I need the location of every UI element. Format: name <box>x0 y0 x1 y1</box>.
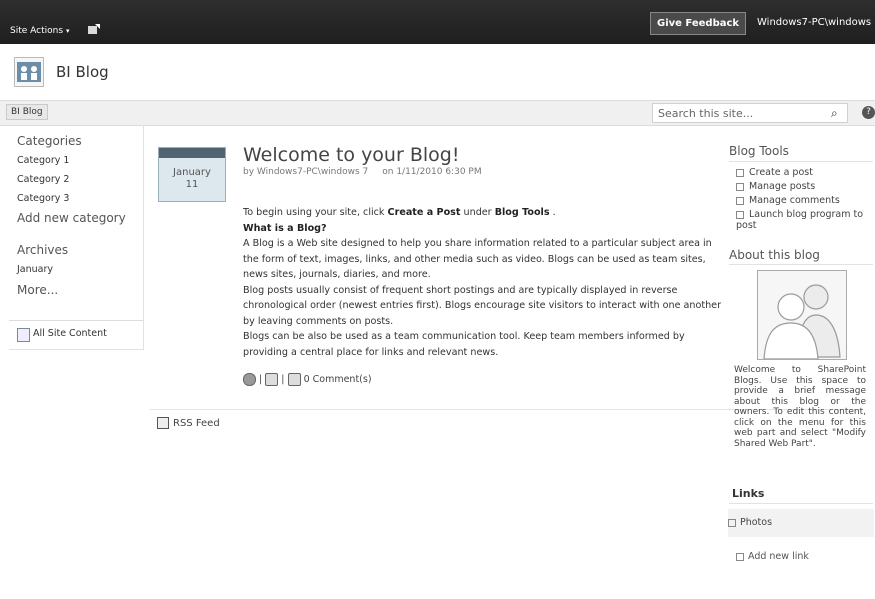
nav-tab-bi-blog[interactable]: BI Blog <box>6 104 48 120</box>
blog-tools-heading: Blog Tools <box>729 144 789 158</box>
what-is-blog-text: What is a Blog? <box>243 222 327 234</box>
help-icon[interactable]: ? <box>862 106 875 119</box>
blog-tools-ref: Blog Tools <box>494 207 550 218</box>
blog-tool-manage-posts[interactable]: Manage posts <box>736 181 866 192</box>
post-intro: To begin using your site, click Create a… <box>243 205 723 221</box>
post-timestamp: on 1/11/2010 6:30 PM <box>382 167 482 177</box>
email-link-icon[interactable] <box>265 373 279 386</box>
site-title-row: BI Blog <box>0 44 875 100</box>
post-by-label: by <box>243 167 255 177</box>
chevron-down-icon[interactable]: ▾ <box>66 27 70 35</box>
comments-link[interactable]: 0 Comment(s) <box>304 374 372 385</box>
all-site-content-icon[interactable] <box>17 328 30 342</box>
about-blog-heading: About this blog <box>729 248 820 262</box>
intro-text: To begin using your site, click <box>243 207 385 218</box>
links-heading: Links <box>732 487 765 500</box>
post-paragraph: A Blog is a Web site designed to help yo… <box>243 238 712 280</box>
category-item[interactable]: Category 3 <box>17 193 69 204</box>
site-title[interactable]: BI Blog <box>56 63 109 81</box>
bullet-icon <box>736 168 744 177</box>
search-input[interactable]: Search this site... ⌕ <box>652 103 848 123</box>
categories-heading[interactable]: Categories <box>17 134 82 148</box>
intro-text: under <box>463 207 492 218</box>
ribbon-top-bar: Site Actions ▾ Give Feedback Windows7-PC\… <box>0 0 875 44</box>
post-actions: | | 0 Comment(s) <box>243 373 372 386</box>
rss-icon[interactable] <box>157 417 169 429</box>
add-new-link-label[interactable]: Add new link <box>748 551 809 562</box>
about-blog-text: Welcome to SharePoint Blogs. Use this sp… <box>734 365 866 449</box>
blog-tool-manage-comments[interactable]: Manage comments <box>736 195 866 206</box>
divider <box>729 264 873 265</box>
site-actions-label[interactable]: Site Actions <box>10 26 63 36</box>
category-item[interactable]: Category 2 <box>17 174 69 185</box>
post-title[interactable]: Welcome to your Blog! <box>243 144 459 166</box>
blog-tool-label[interactable]: Manage posts <box>749 181 815 192</box>
post-body: To begin using your site, click Create a… <box>243 205 723 360</box>
bullet-icon <box>728 518 736 527</box>
create-post-ref: Create a Post <box>387 207 461 218</box>
top-navigation: BI Blog Search this site... ⌕ ? <box>0 100 875 126</box>
archive-month-link[interactable]: January <box>17 264 53 275</box>
quick-launch: Categories Category 1 Category 2 Categor… <box>9 125 144 350</box>
blog-tool-label[interactable]: Manage comments <box>749 195 840 206</box>
site-logo-icon[interactable] <box>14 57 44 87</box>
separator: | <box>259 374 263 385</box>
avatar-placeholder-icon <box>757 270 847 360</box>
site-actions-menu[interactable]: Site Actions ▾ <box>10 26 70 36</box>
post-paragraph: Blog posts usually consist of frequent s… <box>243 284 722 327</box>
date-day: 11 <box>185 179 199 190</box>
author-presence-icon[interactable] <box>243 373 256 386</box>
add-category-link[interactable]: Add new category <box>17 211 126 225</box>
blog-tool-label[interactable]: Launch blog program to post <box>736 209 863 231</box>
blog-tool-create-post[interactable]: Create a post <box>736 167 866 178</box>
post-date-badge: January 11 <box>158 147 226 202</box>
rss-feed-link[interactable]: RSS Feed <box>157 417 220 429</box>
post-meta: by Windows7-PC\windows 7 on 1/11/2010 6:3… <box>243 167 482 177</box>
post-author-link[interactable]: Windows7-PC\windows 7 <box>257 167 368 177</box>
give-feedback-button[interactable]: Give Feedback <box>650 12 747 35</box>
bullet-icon <box>736 552 744 561</box>
category-item[interactable]: Category 1 <box>17 155 69 166</box>
search-placeholder[interactable]: Search this site... <box>658 107 753 120</box>
post-paragraph: Blogs can be also be used as a team comm… <box>243 331 685 358</box>
comment-icon[interactable] <box>287 373 301 386</box>
rss-feed-label[interactable]: RSS Feed <box>173 418 220 429</box>
blog-tool-label[interactable]: Create a post <box>749 167 813 178</box>
bullet-icon <box>736 182 744 191</box>
link-item-photos[interactable]: Photos <box>728 509 874 537</box>
user-menu[interactable]: Windows7-PC\windows <box>757 17 871 28</box>
archives-heading[interactable]: Archives <box>17 243 68 257</box>
divider <box>729 161 873 162</box>
what-is-blog-heading: What is a Blog? <box>243 221 723 237</box>
link-item-label[interactable]: Photos <box>728 517 772 528</box>
bullet-icon <box>736 196 744 205</box>
bullet-icon <box>736 210 744 219</box>
intro-text: . <box>552 207 556 218</box>
add-new-link[interactable]: Add new link <box>736 551 809 562</box>
search-icon[interactable]: ⌕ <box>831 106 838 121</box>
edit-page-icon[interactable] <box>88 24 100 34</box>
divider <box>729 503 873 504</box>
date-badge-strip <box>159 148 225 158</box>
date-month: January <box>173 167 211 178</box>
nav-divider <box>9 320 143 321</box>
all-site-content-link[interactable]: All Site Content <box>33 328 107 339</box>
blog-tool-launch-program[interactable]: Launch blog program to post <box>736 209 866 231</box>
link-text[interactable]: Photos <box>740 517 772 528</box>
more-archives-link[interactable]: More... <box>17 283 58 297</box>
separator: | <box>281 374 285 385</box>
